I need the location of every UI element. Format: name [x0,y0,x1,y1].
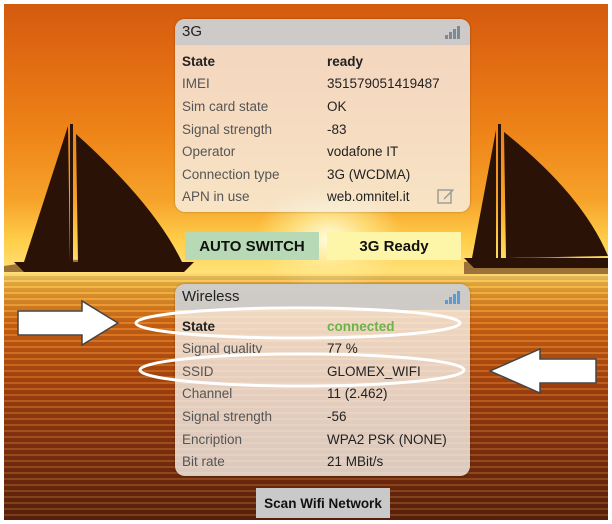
3g-row-state: State ready [182,54,364,69]
3g-panel-header: 3G [175,19,470,45]
wireless-panel-header: Wireless [175,284,470,310]
wireless-panel-title: Wireless [182,288,240,305]
wireless-status-panel: Wireless State connected Signal quality … [175,284,470,476]
3g-row-operator: Operator vodafone IT [182,144,399,159]
3g-panel-title: 3G [182,23,203,40]
signal-bars-icon [445,25,461,39]
3g-row-connection-type: Connection type 3G (WCDMA) [182,167,411,182]
scan-wifi-button[interactable]: Scan Wifi Network [256,488,390,518]
wireless-row-ssid: SSID GLOMEX_WIFI [182,364,421,379]
wireless-row-channel: Channel 11 (2.462) [182,386,388,401]
signal-bars-icon [445,290,461,304]
3g-status-panel: 3G State ready IMEI 351579051419487 Sim … [175,19,470,212]
wireless-row-signal-quality: Signal quality 77 % [182,341,358,356]
wireless-row-encryption: Encription WPA2 PSK (NONE) [182,432,447,447]
3g-row-signal-strength: Signal strength -83 [182,122,347,137]
edit-icon[interactable] [437,187,455,205]
3g-row-sim-state: Sim card state OK [182,99,347,114]
3g-row-apn: APN in use web.omnitel.it [182,186,463,208]
3g-ready-button[interactable]: 3G Ready [327,232,461,260]
wireless-row-state: State connected [182,319,395,334]
wireless-row-bit-rate: Bit rate 21 MBit/s [182,454,384,469]
auto-switch-button[interactable]: AUTO SWITCH [185,232,319,260]
wireless-row-signal-strength: Signal strength -56 [182,409,347,424]
3g-row-imei: IMEI 351579051419487 [182,76,440,91]
